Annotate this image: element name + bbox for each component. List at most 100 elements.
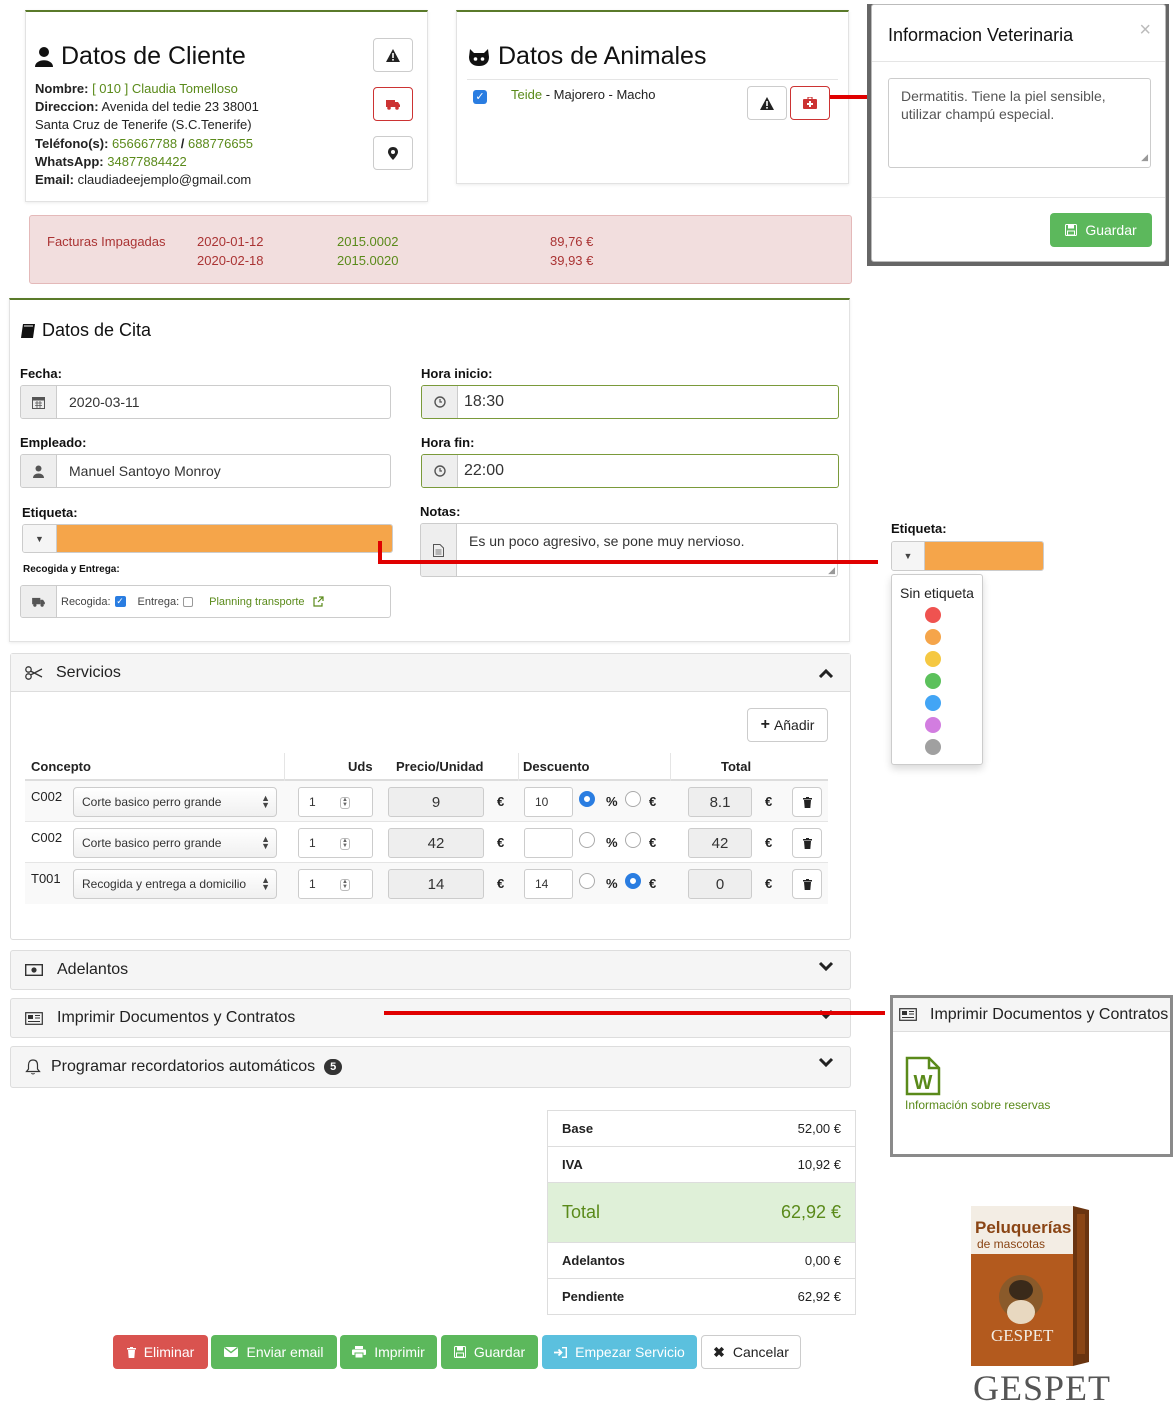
delete-row-button[interactable] bbox=[792, 869, 822, 899]
discount-eur-radio[interactable] bbox=[625, 873, 641, 889]
entrega-checkbox[interactable] bbox=[183, 596, 194, 607]
discount-pct-radio[interactable] bbox=[579, 832, 595, 848]
total-euro: € bbox=[765, 794, 773, 809]
client-warning-button[interactable] bbox=[373, 38, 413, 72]
chevron-down-icon[interactable] bbox=[818, 1057, 834, 1067]
client-code[interactable]: [ 010 ] bbox=[92, 81, 128, 96]
unpaid-invoice-link[interactable]: 2015.0002 bbox=[337, 234, 398, 249]
resize-handle-icon[interactable]: ◢ bbox=[828, 565, 835, 576]
discount-input[interactable] bbox=[524, 828, 573, 858]
concept-select[interactable]: Corte basico perro grande ▲ ▼ bbox=[73, 828, 277, 858]
client-name-link[interactable]: Claudia Tomelloso bbox=[132, 81, 238, 96]
direccion-line2: Santa Cruz de Tenerife (S.C.Tenerife) bbox=[35, 117, 252, 133]
etiqueta-option-gray[interactable] bbox=[925, 739, 941, 755]
nombre-label: Nombre: bbox=[35, 81, 89, 96]
etiqueta-zoom-select[interactable]: ▼ bbox=[891, 541, 1044, 571]
github-cat-icon bbox=[469, 48, 489, 66]
telefono-1-link[interactable]: 656667788 bbox=[112, 136, 177, 151]
etiqueta-option-purple[interactable] bbox=[925, 717, 941, 733]
uds-input[interactable]: 1 ▲ ▼ bbox=[298, 787, 373, 817]
whatsapp-link[interactable]: 34877884422 bbox=[107, 154, 187, 169]
discount-pct-radio[interactable] bbox=[579, 873, 595, 889]
uds-input[interactable]: 1 ▲ ▼ bbox=[298, 869, 373, 899]
uds-input[interactable]: 1 ▲ ▼ bbox=[298, 828, 373, 858]
concept-select[interactable]: Corte basico perro grande ▲ ▼ bbox=[73, 787, 277, 817]
discount-value: 14 bbox=[535, 877, 549, 891]
imprimir-button[interactable]: Imprimir bbox=[340, 1335, 437, 1369]
vet-notes-textarea[interactable]: Dermatitis. Tiene la piel sensible, util… bbox=[888, 78, 1151, 168]
fecha-value: 2020-03-11 bbox=[69, 394, 140, 410]
truck-icon bbox=[32, 597, 45, 607]
animal-medkit-button[interactable] bbox=[790, 86, 830, 120]
discount-input[interactable]: 14 bbox=[524, 869, 573, 899]
recordatorios-accordion[interactable]: Programar recordatorios automáticos 5 bbox=[10, 1046, 851, 1088]
spinner-icon[interactable]: ▲ ▼ bbox=[340, 797, 350, 809]
vet-modal-title: Informacion Veterinaria bbox=[888, 25, 1074, 45]
unpaid-invoice-link[interactable]: 2015.0020 bbox=[337, 253, 398, 268]
fecha-input[interactable]: 2020-03-11 bbox=[20, 385, 391, 419]
resize-handle-icon[interactable]: ◢ bbox=[1141, 148, 1148, 166]
cancelar-button[interactable]: ✖ Cancelar bbox=[701, 1335, 801, 1369]
chevron-up-icon[interactable] bbox=[818, 668, 834, 678]
add-service-button[interactable]: + Añadir bbox=[747, 708, 828, 742]
newspaper-icon bbox=[899, 1008, 917, 1021]
telefono-2-link[interactable]: 688776655 bbox=[188, 136, 253, 151]
transport-field: Recogida: ✓ Entrega: Planning transporte bbox=[20, 585, 391, 618]
concept-select[interactable]: Recogida y entrega a domicilio ▲ ▼ bbox=[73, 869, 277, 899]
service-code: C002 bbox=[31, 789, 63, 804]
etiqueta-option-yellow[interactable] bbox=[925, 651, 941, 667]
price-input: 42 bbox=[388, 828, 484, 858]
adelantos-label: Adelantos bbox=[562, 1253, 625, 1268]
chevron-down-icon[interactable] bbox=[818, 961, 834, 971]
empleado-input[interactable]: Manuel Santoyo Monroy bbox=[20, 454, 391, 488]
animal-name-link[interactable]: Teide bbox=[511, 87, 542, 102]
hora-inicio-value: 18:30 bbox=[464, 393, 505, 410]
product-box: Peluquerías de mascotas GESPET bbox=[969, 1202, 1091, 1368]
etiqueta-select[interactable]: ▼ bbox=[22, 524, 393, 553]
discount-eur-radio[interactable] bbox=[625, 832, 641, 848]
etiqueta-option-green[interactable] bbox=[925, 673, 941, 689]
eliminar-button[interactable]: Eliminar bbox=[113, 1335, 208, 1369]
vet-save-button[interactable]: Guardar bbox=[1050, 213, 1152, 247]
gespet-logo: GESPET bbox=[973, 1368, 1112, 1408]
discount-input[interactable]: 10 bbox=[524, 787, 573, 817]
spinner-icon[interactable]: ▲ ▼ bbox=[340, 879, 350, 891]
delete-row-button[interactable] bbox=[792, 787, 822, 817]
recogida-checkbox[interactable]: ✓ bbox=[114, 596, 126, 607]
discount-pct-radio[interactable] bbox=[579, 791, 595, 807]
delete-row-button[interactable] bbox=[792, 828, 822, 858]
client-info: Nombre: [ 010 ] Claudia Tomelloso Direcc… bbox=[35, 80, 259, 189]
client-location-button[interactable] bbox=[373, 136, 413, 170]
document-link[interactable]: Información sobre reservas bbox=[905, 1098, 1050, 1112]
map-marker-icon bbox=[388, 146, 398, 160]
adelantos-accordion[interactable]: Adelantos bbox=[10, 950, 851, 990]
hora-fin-input[interactable]: 22:00 bbox=[421, 454, 839, 488]
animal-warning-button[interactable] bbox=[747, 86, 787, 120]
enviar-email-button[interactable]: Enviar email bbox=[211, 1335, 337, 1369]
etiqueta-option-none[interactable]: Sin etiqueta bbox=[900, 585, 974, 601]
print-popup-header: Imprimir Documentos y Contratos bbox=[893, 998, 1170, 1032]
empezar-servicio-button[interactable]: Empezar Servicio bbox=[542, 1335, 697, 1369]
discount-eur-radio[interactable] bbox=[625, 791, 641, 807]
etiqueta-option-blue[interactable] bbox=[925, 695, 941, 711]
hora-fin-value: 22:00 bbox=[464, 462, 505, 479]
planning-transporte-link[interactable]: Planning transporte bbox=[209, 596, 304, 608]
animals-title-text: Datos de Animales bbox=[498, 42, 707, 70]
etiqueta-option-orange[interactable] bbox=[925, 629, 941, 645]
print-icon bbox=[352, 1346, 367, 1358]
vet-modal-close-icon[interactable]: × bbox=[1139, 19, 1151, 42]
imprimir-accordion[interactable]: Imprimir Documentos y Contratos bbox=[10, 998, 851, 1038]
spinner-icon[interactable]: ▲ ▼ bbox=[340, 838, 350, 850]
notas-textarea[interactable]: Es un poco agresivo, se pone muy nervios… bbox=[420, 523, 838, 577]
adelantos-title: Adelantos bbox=[57, 961, 129, 978]
pendiente-value: 62,92 € bbox=[797, 1289, 841, 1304]
client-transport-button[interactable] bbox=[373, 87, 413, 121]
etiqueta-option-red[interactable] bbox=[925, 607, 941, 623]
hora-inicio-input[interactable]: 18:30 bbox=[421, 385, 839, 419]
word-document-icon[interactable]: W bbox=[905, 1056, 941, 1096]
guardar-button[interactable]: Guardar bbox=[441, 1335, 538, 1369]
service-code: C002 bbox=[31, 830, 63, 845]
animal-checkbox[interactable]: ✓ bbox=[473, 90, 487, 104]
select-arrows-icon: ▲ ▼ bbox=[261, 875, 270, 892]
servicios-header[interactable]: Servicios bbox=[11, 654, 850, 692]
